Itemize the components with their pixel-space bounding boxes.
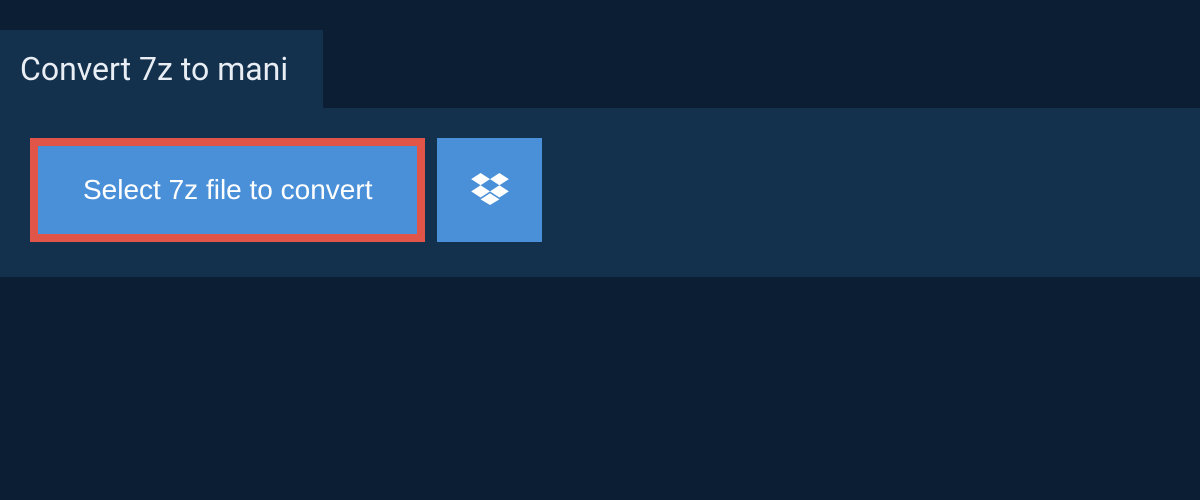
dropbox-icon: [471, 173, 509, 208]
dropbox-upload-button[interactable]: [437, 138, 542, 242]
select-file-label: Select 7z file to convert: [83, 174, 372, 206]
page-title: Convert 7z to mani: [20, 50, 288, 88]
upload-button-row: Select 7z file to convert: [30, 138, 1170, 242]
page-title-tab: Convert 7z to mani: [0, 30, 323, 108]
upload-panel: Select 7z file to convert: [0, 108, 1200, 277]
select-file-button[interactable]: Select 7z file to convert: [30, 138, 425, 242]
